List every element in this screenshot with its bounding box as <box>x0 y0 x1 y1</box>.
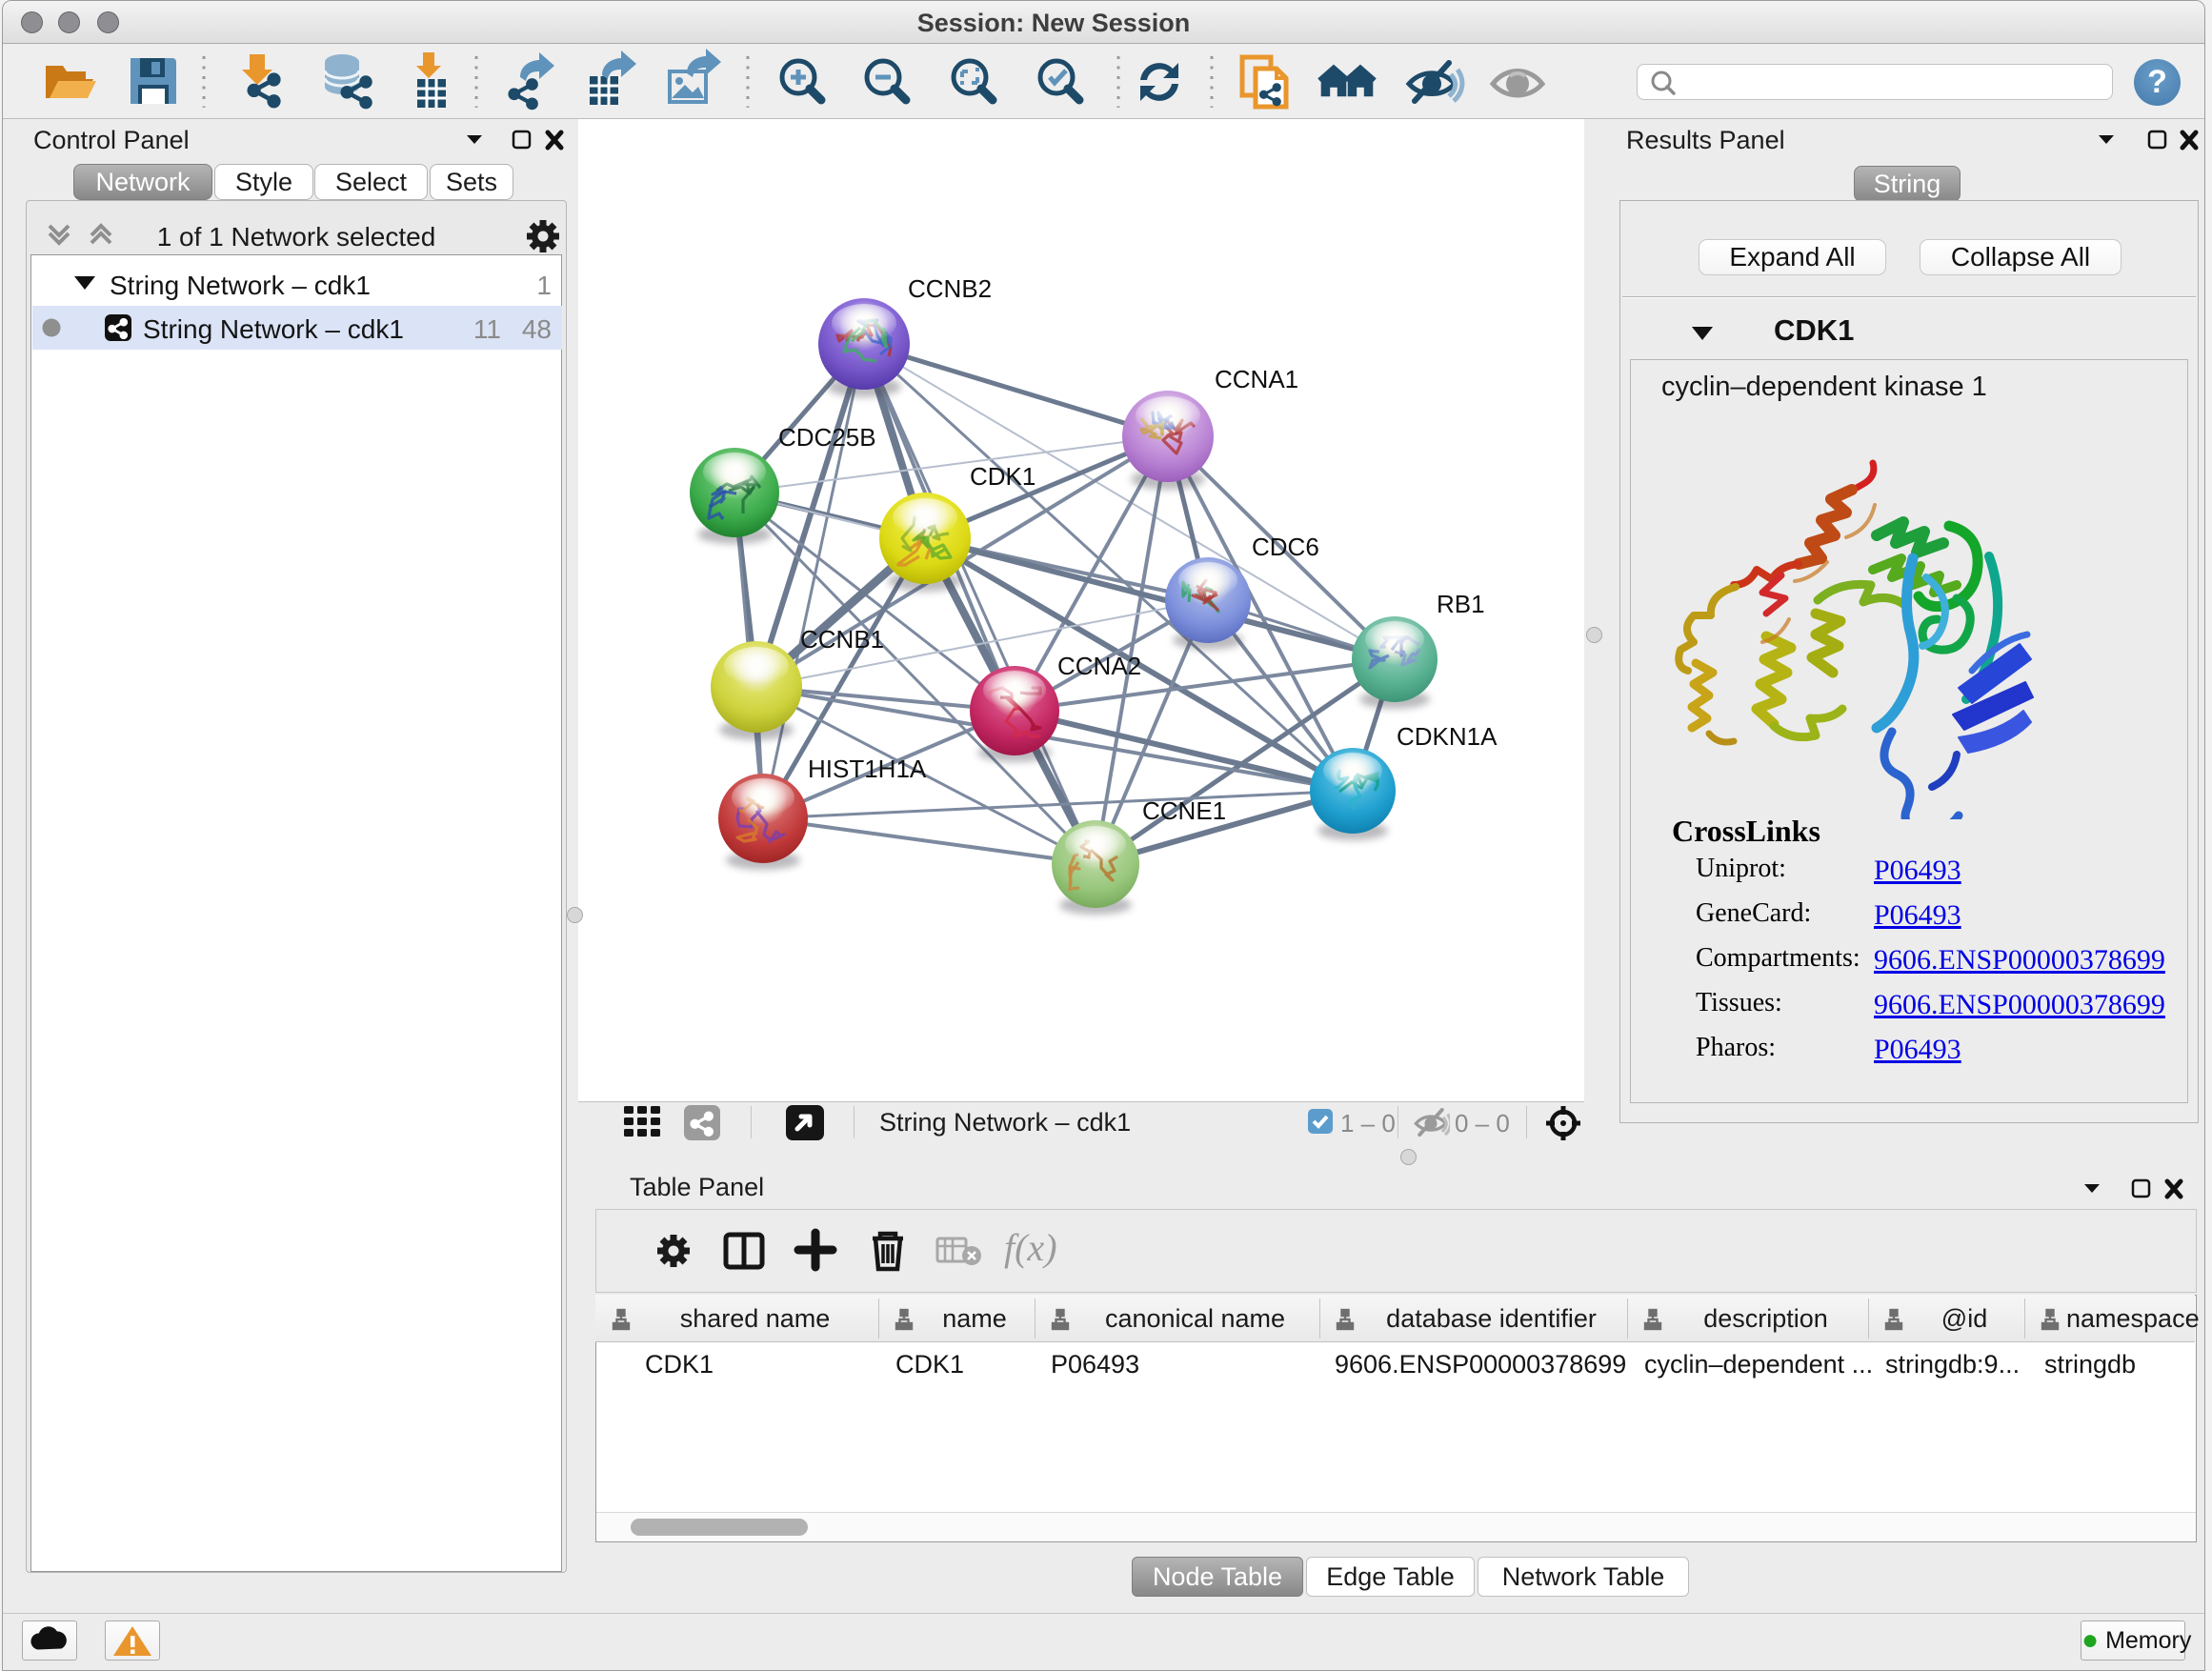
svg-text:CDK1: CDK1 <box>970 462 1036 491</box>
svg-text:CDC25B: CDC25B <box>778 423 876 452</box>
svg-text:CCNA1: CCNA1 <box>1215 365 1298 393</box>
svg-text:CDC6: CDC6 <box>1252 533 1319 561</box>
svg-text:CDKN1A: CDKN1A <box>1397 722 1498 751</box>
svg-text:CCNE1: CCNE1 <box>1142 796 1226 825</box>
svg-text:CCNB2: CCNB2 <box>908 274 992 303</box>
svg-text:HIST1H1A: HIST1H1A <box>808 755 927 783</box>
svg-text:CCNB1: CCNB1 <box>800 625 884 654</box>
svg-text:RB1: RB1 <box>1437 590 1485 618</box>
svg-text:CCNA2: CCNA2 <box>1057 652 1141 680</box>
